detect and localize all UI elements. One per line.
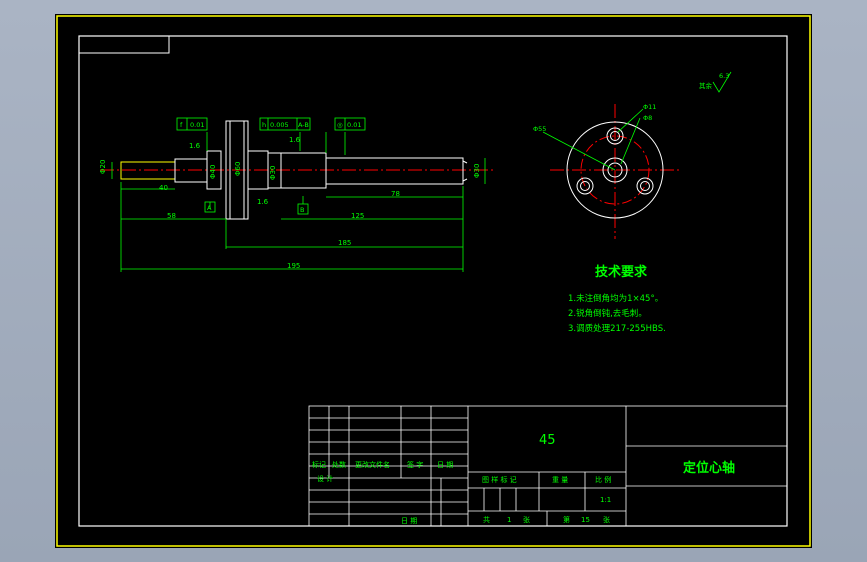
- drawing-title: 定位心轴: [682, 460, 735, 476]
- tb-weight: 重 量: [552, 476, 568, 484]
- title-block-texts: 标记 处数 更改文件名 签 字 日 期 设 计 日 期 图 样 标 记 重 量 …: [312, 460, 611, 525]
- tb-scale-value: 1:1: [600, 496, 611, 504]
- tb-total: 共: [483, 515, 490, 524]
- datum-b: B: [300, 206, 304, 214]
- tol2-ref: A-B: [298, 121, 309, 129]
- dim-125: 125: [351, 212, 364, 220]
- tech-item-2: 2.锐角倒钝,去毛刺。: [568, 308, 647, 319]
- dim-hole: Φ11: [643, 103, 656, 111]
- bolt-hole-left: [576, 177, 594, 195]
- dim-78: 78: [391, 190, 400, 198]
- tb-page: 第: [563, 515, 570, 524]
- right-journal: [325, 157, 464, 185]
- dim-185: 185: [338, 239, 351, 247]
- tol2-symbol: h: [262, 121, 266, 129]
- side-view-texts: Φ55 Φ11 Φ8 其余 6.3: [533, 72, 729, 133]
- flange-side-view: [542, 104, 680, 239]
- tb-page-num: 15: [581, 516, 590, 524]
- roughness-chamfer: 1.6: [257, 198, 269, 206]
- roughness-right: 1.6: [289, 136, 301, 144]
- tb-ratio: 比 例: [595, 475, 611, 484]
- roughness-rest-value: 6.3: [719, 72, 729, 80]
- dim-phi-mid: Φ40: [209, 165, 217, 179]
- datum-a: A: [207, 204, 212, 212]
- tol3-symbol: ◎: [337, 121, 343, 129]
- tol3-value: 0.01: [347, 121, 361, 129]
- roughness-left: 1.6: [189, 142, 201, 150]
- tb-mark: 标记: [312, 460, 326, 469]
- dim-phi-b: Φ30: [269, 166, 277, 180]
- tech-item-3: 3.调质处理217-255HBS.: [568, 323, 666, 334]
- cad-drawing: 40 58 78 125 185 195 Φ20 Φ40 Φ60 Φ30 Φ30…: [56, 15, 811, 547]
- drawing-sheet: 40 58 78 125 185 195 Φ20 Φ40 Φ60 Φ30 Φ30…: [55, 14, 812, 548]
- tb-date: 日 期: [437, 461, 453, 469]
- tech-heading: 技术要求: [595, 264, 648, 280]
- tb-total-num: 1: [507, 516, 511, 524]
- tb-change-file: 更改文件名: [355, 460, 390, 469]
- tol1-value: 0.01: [190, 121, 204, 129]
- tb-count: 处数: [332, 460, 346, 469]
- tb-sheets: 张: [523, 515, 530, 524]
- dim-40: 40: [159, 184, 168, 192]
- tb-design: 设 计: [317, 474, 333, 483]
- dim-bolt-circle: Φ55: [533, 125, 546, 133]
- tech-requirements: 技术要求 1.未注倒角均为1×45°。 2.锐角倒钝,去毛刺。 3.调质处理21…: [568, 264, 666, 334]
- inner-border: [78, 35, 788, 527]
- tb-page-unit: 张: [603, 515, 610, 524]
- material-value: 45: [539, 433, 556, 448]
- dim-center-hole: Φ8: [643, 114, 652, 122]
- dim-phi-flange: Φ60: [234, 162, 242, 176]
- tech-item-1: 1.未注倒角均为1×45°。: [568, 293, 663, 304]
- roughness-rest-label: 其余: [699, 81, 713, 90]
- tol1-symbol: f: [180, 121, 183, 129]
- tb-sign: 签 字: [407, 460, 423, 469]
- tol2-value: 0.005: [270, 121, 289, 129]
- dim-195: 195: [287, 262, 300, 270]
- dim-58: 58: [167, 212, 176, 220]
- drawing-code-box: [78, 35, 170, 54]
- tb-date-bottom: 日 期: [401, 517, 417, 525]
- dim-phi-right: Φ30: [473, 164, 481, 178]
- bolt-hole-right: [636, 177, 654, 195]
- dim-phi-left: Φ20: [99, 160, 107, 174]
- tb-stage-mark: 图 样 标 记: [482, 475, 517, 484]
- dimension-texts: 40 58 78 125 185 195 Φ20 Φ40 Φ60 Φ30 Φ30…: [99, 136, 481, 270]
